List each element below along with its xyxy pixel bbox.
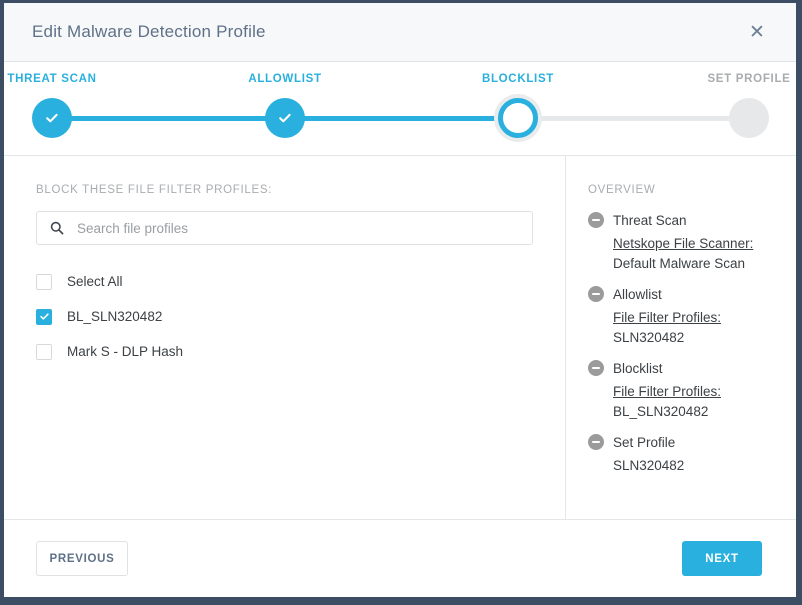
overview-key-blocklist: File Filter Profiles: <box>613 384 722 399</box>
search-input[interactable] <box>37 211 532 245</box>
step-set-profile[interactable]: SET PROFILE <box>674 62 802 138</box>
step-label-blocklist: BLOCKLIST <box>481 73 555 85</box>
step-allowlist[interactable]: ALLOWLIST <box>210 62 360 138</box>
minus-circle-icon[interactable] <box>588 434 604 450</box>
overview-key-threat-scan: Netskope File Scanner: <box>613 236 754 251</box>
step-label-set-profile: SET PROFILE <box>707 73 791 85</box>
minus-circle-icon[interactable] <box>588 286 604 302</box>
search-icon <box>50 221 64 235</box>
overview-header-blocklist[interactable]: Blocklist <box>588 357 796 379</box>
checkbox-row-bl-sln320482[interactable]: BL_SLN320482 <box>36 300 533 333</box>
step-label-allowlist: ALLOWLIST <box>248 73 322 85</box>
close-icon[interactable]: ✕ <box>744 19 770 45</box>
overview-detail-set-profile: SLN320482 <box>613 456 796 476</box>
minus-circle-icon[interactable] <box>588 360 604 376</box>
checkbox-bl-sln320482[interactable] <box>36 308 52 325</box>
minus-circle-icon[interactable] <box>588 212 604 228</box>
check-icon <box>46 113 58 123</box>
step-label-threat-scan: THREAT SCAN <box>7 73 97 85</box>
overview-heading-threat-scan: Threat Scan <box>613 212 687 228</box>
previous-button[interactable]: PREVIOUS <box>36 541 128 576</box>
overview-item-blocklist: Blocklist File Filter Profiles: BL_SLN32… <box>588 357 796 422</box>
overview-value-allowlist: SLN320482 <box>613 330 685 345</box>
step-threat-scan[interactable]: THREAT SCAN <box>0 62 127 138</box>
check-icon <box>279 113 291 123</box>
overview-item-allowlist: Allowlist File Filter Profiles: SLN32048… <box>588 283 796 348</box>
dialog-body: BLOCK THESE FILE FILTER PROFILES: Search… <box>4 156 796 519</box>
next-button[interactable]: NEXT <box>682 541 762 576</box>
overview-item-set-profile: Set Profile SLN320482 <box>588 431 796 476</box>
overview-detail-allowlist: File Filter Profiles: SLN320482 <box>613 308 796 348</box>
check-icon <box>39 313 49 320</box>
checkbox-select-all[interactable] <box>36 273 52 290</box>
checkbox-label-mark-s-dlp-hash: Mark S - DLP Hash <box>67 344 184 359</box>
overview-value-blocklist: BL_SLN320482 <box>613 404 709 419</box>
file-profile-options-list: Select All BL_SLN320482 Mark S - DLP Has… <box>36 265 533 368</box>
dialog-footer: PREVIOUS NEXT <box>4 519 796 597</box>
checkbox-label-bl-sln320482: BL_SLN320482 <box>67 309 163 324</box>
checkbox-label-select-all: Select All <box>67 274 123 289</box>
overview-panel: OVERVIEW Threat Scan Netskope File Scann… <box>566 156 796 519</box>
overview-detail-threat-scan: Netskope File Scanner: Default Malware S… <box>613 234 796 274</box>
checkbox-row-mark-s-dlp-hash[interactable]: Mark S - DLP Hash <box>36 335 533 368</box>
overview-heading-blocklist: Blocklist <box>613 360 663 376</box>
step-indicator-set-profile[interactable] <box>729 98 769 138</box>
stepper-track <box>52 116 748 121</box>
blocklist-panel: BLOCK THESE FILE FILTER PROFILES: Search… <box>4 156 566 519</box>
step-indicator-blocklist[interactable] <box>498 98 538 138</box>
checkbox-row-select-all[interactable]: Select All <box>36 265 533 298</box>
dialog-header: Edit Malware Detection Profile ✕ <box>4 3 796 62</box>
overview-detail-blocklist: File Filter Profiles: BL_SLN320482 <box>613 382 796 422</box>
search-file-profiles-box[interactable] <box>36 211 533 245</box>
step-indicator-allowlist[interactable] <box>265 98 305 138</box>
overview-value-threat-scan: Default Malware Scan <box>613 256 746 271</box>
overview-heading-allowlist: Allowlist <box>613 286 662 302</box>
overview-heading-set-profile: Set Profile <box>613 434 676 450</box>
dialog-title: Edit Malware Detection Profile <box>32 22 266 41</box>
overview-header-set-profile[interactable]: Set Profile <box>588 431 796 453</box>
block-profiles-label: BLOCK THESE FILE FILTER PROFILES: <box>36 184 273 196</box>
checkbox-mark-s-dlp-hash[interactable] <box>36 343 52 360</box>
overview-header-allowlist[interactable]: Allowlist <box>588 283 796 305</box>
overview-header-threat-scan[interactable]: Threat Scan <box>588 209 796 231</box>
overview-value-set-profile: SLN320482 <box>613 458 685 473</box>
step-blocklist[interactable]: BLOCKLIST <box>443 62 593 138</box>
step-indicator-threat-scan[interactable] <box>32 98 72 138</box>
edit-malware-detection-profile-dialog: Edit Malware Detection Profile ✕ THREAT … <box>4 3 796 597</box>
overview-item-threat-scan: Threat Scan Netskope File Scanner: Defau… <box>588 209 796 274</box>
wizard-stepper: THREAT SCAN ALLOWLIST BLOCKLIST SET PROF… <box>4 62 796 156</box>
overview-key-allowlist: File Filter Profiles: <box>613 310 722 325</box>
overview-title: OVERVIEW <box>588 184 656 196</box>
